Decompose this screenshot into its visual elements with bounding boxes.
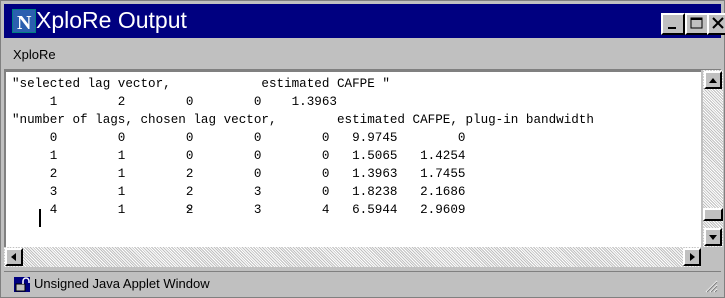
vertical-scroll-thumb[interactable] (703, 208, 723, 221)
arrow-down-icon (709, 235, 717, 240)
xplore-output-window: N XploRe Output XploRe "selected lag vec… (0, 0, 725, 298)
window-title: XploRe Output (36, 7, 187, 33)
scrollbar-corner (703, 247, 723, 267)
scroll-right-button[interactable] (683, 248, 701, 266)
menu-xplore[interactable]: XploRe (13, 47, 56, 62)
status-text: Unsigned Java Applet Window (34, 276, 210, 291)
output-line: 1 2 0 0 1.3963 (12, 95, 337, 109)
title-bar[interactable]: N XploRe Output (4, 4, 725, 38)
output-line: 2 1 2 0 0 1.3963 1.7455 (12, 167, 466, 181)
output-line: 3 1 2 3 0 1.8238 2.1686 (12, 185, 466, 199)
scroll-up-button[interactable] (704, 71, 722, 89)
unlocked-padlock-icon (14, 277, 30, 292)
horizontal-scrollbar[interactable] (4, 247, 701, 267)
output-line: "selected lag vector, estimated CAFPE " (12, 77, 390, 91)
status-bar: Unsigned Java Applet Window (4, 271, 721, 296)
close-icon (712, 17, 724, 29)
maximize-button[interactable] (685, 13, 709, 35)
scroll-down-button[interactable] (704, 228, 722, 246)
output-text-area[interactable]: "selected lag vector, estimated CAFPE " … (4, 70, 701, 247)
resize-grip-icon[interactable] (704, 279, 718, 293)
svg-text:N: N (17, 12, 32, 33)
arrow-right-icon (690, 253, 695, 261)
scroll-left-button[interactable] (5, 248, 23, 266)
arrow-left-icon (11, 253, 16, 261)
arrow-up-icon (709, 78, 717, 83)
output-line: 4 1 2 3 4 6.5944 2.9609 (12, 203, 466, 217)
netscape-logo-icon: N (12, 9, 36, 33)
text-caret (39, 209, 41, 227)
minimize-icon (668, 27, 676, 29)
output-line: 1 1 0 0 0 1.5065 1.4254 (12, 149, 466, 163)
close-button[interactable] (707, 13, 725, 35)
output-line: "number of lags, chosen lag vector, esti… (12, 113, 594, 127)
maximize-icon (690, 17, 703, 29)
minimize-button[interactable] (661, 13, 685, 35)
output-line: 0 0 0 0 0 9.9745 0 (12, 131, 466, 145)
menu-bar: XploRe (4, 41, 721, 70)
